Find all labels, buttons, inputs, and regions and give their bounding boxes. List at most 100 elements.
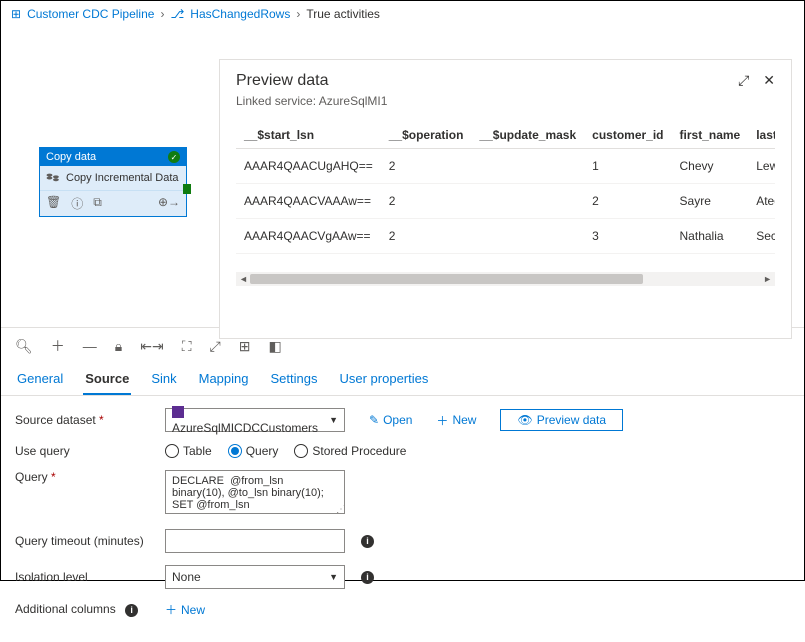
success-handle[interactable] xyxy=(183,184,191,194)
activity-type-label: Copy data xyxy=(46,151,96,163)
branch-icon: ⎇ xyxy=(170,7,184,21)
tab-general[interactable]: General xyxy=(15,364,65,395)
table-cell xyxy=(471,149,584,184)
radio-stored-procedure[interactable]: Stored Procedure xyxy=(294,444,406,458)
copy-icon[interactable]: ⧉ xyxy=(93,195,102,212)
col-last-name[interactable]: last_name xyxy=(748,122,775,149)
pencil-icon: ✎ xyxy=(369,413,379,427)
activity-header: Copy data ✓ xyxy=(40,148,186,166)
table-cell: Ateggart xyxy=(748,184,775,219)
radio-query[interactable]: Query xyxy=(228,444,279,458)
add-column-button[interactable]: ＋New xyxy=(165,601,205,618)
col-update-mask[interactable]: __$update_mask xyxy=(471,122,584,149)
table-cell: AAAR4QAACVAAAw== xyxy=(236,184,381,219)
chevron-down-icon: ▼ xyxy=(329,415,338,425)
info-icon[interactable]: i xyxy=(125,604,138,617)
tab-mapping[interactable]: Mapping xyxy=(197,364,251,395)
col-first-name[interactable]: first_name xyxy=(672,122,749,149)
table-cell: 2 xyxy=(381,149,472,184)
expand-icon[interactable]: ⤢ xyxy=(738,72,749,89)
table-cell xyxy=(471,219,584,254)
layout-icon[interactable]: ◧ xyxy=(268,338,281,355)
linked-service-label: Linked service: AzureSqlMI1 xyxy=(236,94,387,108)
dataset-icon xyxy=(172,406,184,418)
table-cell: 2 xyxy=(381,184,472,219)
source-dataset-dropdown[interactable]: AzureSqlMICDCCustomers ▼ xyxy=(165,408,345,432)
delete-icon[interactable]: 🗑 xyxy=(46,195,61,212)
tab-settings[interactable]: Settings xyxy=(269,364,320,395)
info-icon[interactable]: ⓘ xyxy=(71,195,83,212)
info-icon[interactable]: i xyxy=(361,535,374,548)
use-query-radio-group: Table Query Stored Procedure xyxy=(165,444,406,458)
preview-data-button[interactable]: 👁︎Preview data xyxy=(500,409,623,431)
database-icon xyxy=(46,173,60,183)
search-icon[interactable]: 🔍︎ xyxy=(15,338,33,355)
table-cell: AAAR4QAACUgAHQ== xyxy=(236,149,381,184)
activity-body: Copy Incremental Data xyxy=(40,166,186,190)
breadcrumb-mid[interactable]: HasChangedRows xyxy=(190,7,290,21)
table-row[interactable]: AAAR4QAACVgAAw==23NathaliaSeckomnseckom2… xyxy=(236,219,775,254)
isolation-level-label: Isolation level xyxy=(15,570,155,584)
chevron-right-icon: › xyxy=(296,7,300,21)
fit-screen-icon[interactable]: ⛶ xyxy=(182,338,192,355)
properties-tabs: General Source Sink Mapping Settings Use… xyxy=(1,364,804,396)
tab-user-properties[interactable]: User properties xyxy=(337,364,430,395)
query-label: Query xyxy=(15,470,155,484)
tab-source[interactable]: Source xyxy=(83,364,131,395)
breadcrumb-leaf: True activities xyxy=(306,7,380,21)
query-timeout-label: Query timeout (minutes) xyxy=(15,534,155,548)
table-cell: Chevy xyxy=(672,149,749,184)
table-cell: 2 xyxy=(584,184,671,219)
lock-icon[interactable]: 🔒︎ xyxy=(115,338,122,355)
copy-data-activity[interactable]: Copy data ✓ Copy Incremental Data 🗑 ⓘ ⧉ … xyxy=(39,147,187,217)
table-header-row: __$start_lsn __$operation __$update_mask… xyxy=(236,122,775,149)
zoom-fit-icon[interactable]: ⤢ xyxy=(210,338,221,355)
scrollbar-thumb[interactable] xyxy=(250,274,643,284)
table-row[interactable]: AAAR4QAACUgAHQ==21ChevyLewardcleward0@ma… xyxy=(236,149,775,184)
new-button[interactable]: ＋New xyxy=(436,412,476,429)
radio-table[interactable]: Table xyxy=(165,444,212,458)
check-icon: ✓ xyxy=(168,151,180,163)
fit-width-icon[interactable]: ⇤⇥ xyxy=(140,338,163,355)
tab-sink[interactable]: Sink xyxy=(149,364,178,395)
preview-title: Preview data xyxy=(236,72,387,90)
preview-table-container: __$start_lsn __$operation __$update_mask… xyxy=(236,122,775,254)
remove-icon[interactable]: — xyxy=(83,338,97,354)
table-cell xyxy=(471,184,584,219)
info-icon[interactable]: i xyxy=(361,571,374,584)
table-cell: 2 xyxy=(381,219,472,254)
breadcrumb: ⊞ Customer CDC Pipeline › ⎇ HasChangedRo… xyxy=(1,1,804,27)
col-operation[interactable]: __$operation xyxy=(381,122,472,149)
preview-data-panel: Preview data Linked service: AzureSqlMI1… xyxy=(219,59,792,339)
source-form: Source dataset AzureSqlMICDCCustomers ▼ … xyxy=(1,396,804,642)
breadcrumb-root[interactable]: Customer CDC Pipeline xyxy=(27,7,154,21)
align-icon[interactable]: ⊞ xyxy=(239,338,251,355)
open-button[interactable]: ✎Open xyxy=(369,413,412,427)
table-row[interactable]: AAAR4QAACVAAAw==22SayreAteggartsateggart… xyxy=(236,184,775,219)
isolation-level-dropdown[interactable]: None ▼ xyxy=(165,565,345,589)
table-cell: Seckom xyxy=(748,219,775,254)
scroll-right-icon[interactable]: ► xyxy=(763,274,772,284)
horizontal-scrollbar[interactable]: ◄ ► xyxy=(236,272,775,286)
eye-icon: 👁︎ xyxy=(517,413,532,427)
pipeline-canvas[interactable]: Copy data ✓ Copy Incremental Data 🗑 ⓘ ⧉ … xyxy=(1,27,804,327)
table-cell: Nathalia xyxy=(672,219,749,254)
add-output-icon[interactable]: ⊕→ xyxy=(158,195,180,212)
scroll-left-icon[interactable]: ◄ xyxy=(239,274,248,284)
plus-icon: ＋ xyxy=(436,412,448,429)
source-dataset-label: Source dataset xyxy=(15,413,155,427)
close-icon[interactable]: ✕ xyxy=(763,72,775,89)
activity-title: Copy Incremental Data xyxy=(66,172,179,184)
plus-icon: ＋ xyxy=(165,601,177,618)
query-textarea[interactable] xyxy=(165,470,345,514)
col-customer-id[interactable]: customer_id xyxy=(584,122,671,149)
table-cell: 3 xyxy=(584,219,671,254)
table-cell: AAAR4QAACVgAAw== xyxy=(236,219,381,254)
chevron-right-icon: › xyxy=(160,7,164,21)
pipeline-icon: ⊞ xyxy=(11,7,21,21)
add-icon[interactable]: ＋ xyxy=(51,336,65,356)
query-timeout-input[interactable] xyxy=(165,529,345,553)
col-start-lsn[interactable]: __$start_lsn xyxy=(236,122,381,149)
linked-service-value: AzureSqlMI1 xyxy=(319,94,388,108)
activity-toolbar: 🗑 ⓘ ⧉ ⊕→ xyxy=(40,190,186,216)
